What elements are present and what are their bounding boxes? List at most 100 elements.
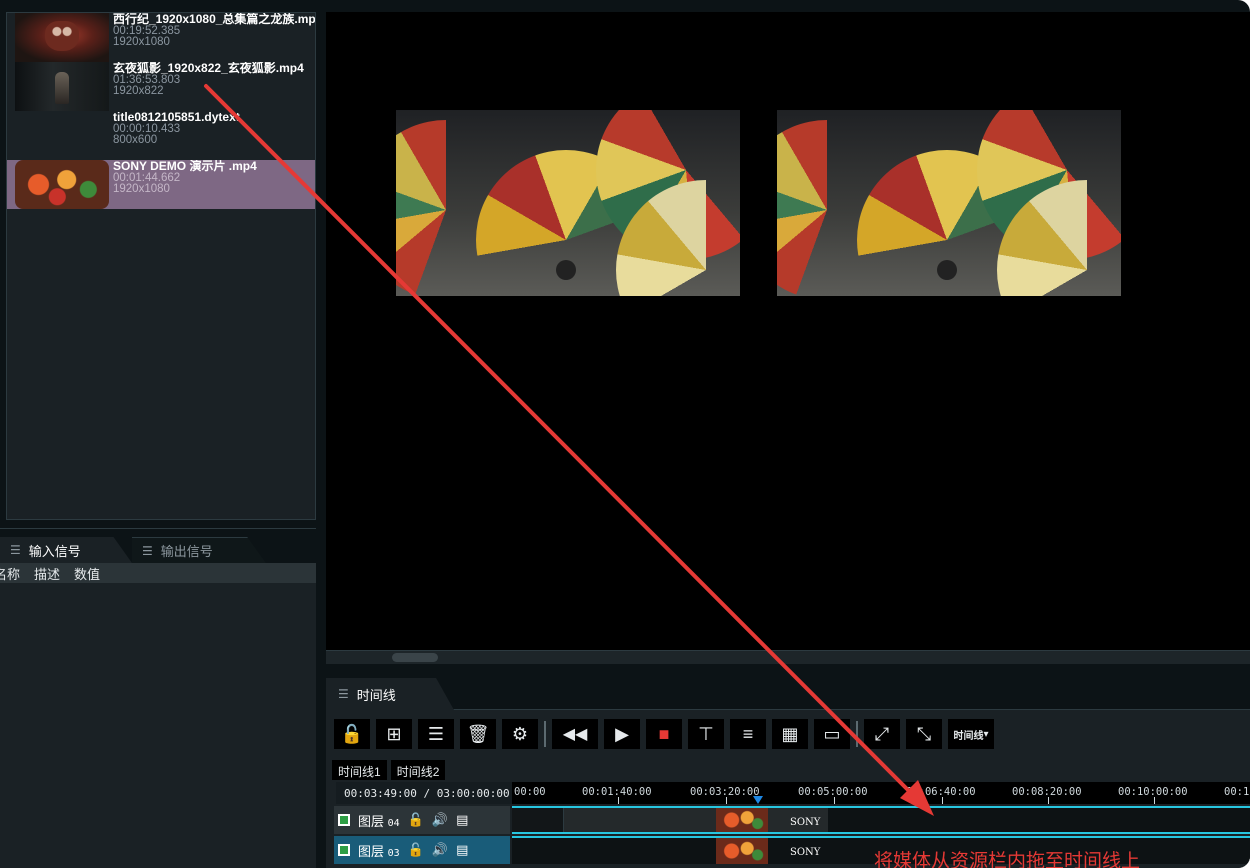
media-item-selected[interactable]: SONY DEMO 演示片 .mp4 00:01:44.662 1920x108… <box>7 160 315 209</box>
preview-canvas[interactable] <box>326 12 1250 652</box>
media-resolution: 1920x822 <box>113 85 164 97</box>
clip-thumbnail <box>716 838 768 864</box>
signal-panel: ☰ 输入信号 ☰ 输出信号 名称 描述 数值 <box>0 528 316 868</box>
list-icon: ☰ <box>142 543 153 558</box>
collapse-icon: ⤡ <box>916 723 932 744</box>
output-button[interactable]: ▭ <box>814 719 850 749</box>
tab-label: 时间线 <box>356 687 396 703</box>
expand-icon: ⤢ <box>874 723 890 744</box>
ruler-label: 00:08:20:00 <box>1012 786 1082 798</box>
ruler-label: 00:05:00:00 <box>798 786 868 798</box>
clip-label: SONY <box>790 847 821 858</box>
time-ruler[interactable]: 00:00 00:01:40:00 00:03:20:00 00:05:00:0… <box>512 782 1250 804</box>
tab-timeline[interactable]: ☰ 时间线 <box>326 678 454 710</box>
play-button[interactable]: ▶ <box>604 719 640 749</box>
tab-input-signal[interactable]: ☰ 输入信号 <box>0 537 132 563</box>
dropdown-label: 时间线 <box>953 730 984 742</box>
scrollbar-thumb[interactable] <box>392 653 438 662</box>
media-thumbnail <box>15 160 109 209</box>
list-icon: ☰ <box>338 687 349 701</box>
tab-label: 输出信号 <box>160 544 213 559</box>
layer-name: 图层 03 <box>358 843 400 859</box>
layer-visibility-checkbox[interactable] <box>338 844 350 856</box>
add-track-button[interactable]: ⊞ <box>376 719 412 749</box>
stop-icon: ■ <box>658 723 670 744</box>
ruler-label: 00:03:20:00 <box>690 786 760 798</box>
media-item[interactable]: 西行纪_1920x1080_总集篇之龙族.mp4 00:19:52.385 19… <box>7 13 315 62</box>
layer-name: 图层 04 <box>358 813 400 829</box>
media-item[interactable]: 玄夜狐影_1920x822_玄夜狐影.mp4 01:36:53.803 1920… <box>7 62 315 111</box>
tab-output-signal[interactable]: ☰ 输出信号 <box>132 537 266 563</box>
tab-label: 输入信号 <box>28 543 81 559</box>
collapse-button[interactable]: ⤡ <box>906 719 942 749</box>
preview-scrollbar[interactable] <box>326 650 1250 664</box>
timecode-display: 00:03:49:00 / 03:00:00:00 <box>336 782 512 804</box>
list-view-button[interactable]: ≡ <box>730 719 766 749</box>
stop-button[interactable]: ■ <box>646 719 682 749</box>
film-icon[interactable]: ▤ <box>456 842 468 858</box>
marker-icon: ⊤ <box>698 723 714 744</box>
terminal-icon: ▭ <box>823 723 841 744</box>
gear-icon: ⚙ <box>511 723 529 744</box>
media-library-panel: 西行纪_1920x1080_总集篇之龙族.mp4 00:19:52.385 19… <box>6 12 316 520</box>
clip-thumbnail <box>716 808 768 832</box>
timeline-tab-bar: ☰ 时间线 <box>326 676 1250 710</box>
toolbar-divider <box>856 721 858 747</box>
settings-button[interactable]: ⚙ <box>502 719 538 749</box>
toolbar-divider <box>544 721 546 747</box>
tab-sequence-1[interactable]: 时间线1 <box>332 760 387 780</box>
preview-image-right <box>777 110 1121 296</box>
clip-label: SONY <box>790 817 821 828</box>
ruler-label: 00:10:00:00 <box>1118 786 1188 798</box>
app-window: 西行纪_1920x1080_总集篇之龙族.mp4 00:19:52.385 19… <box>0 0 1250 868</box>
film-icon[interactable]: ▤ <box>456 812 468 828</box>
column-header-description[interactable]: 描述 <box>34 564 60 583</box>
clip[interactable] <box>512 808 564 832</box>
media-thumbnail <box>15 62 109 111</box>
unlock-icon[interactable]: 🔓 <box>408 842 424 858</box>
add-track-icon: ⊞ <box>386 723 402 744</box>
marker-button[interactable]: ⊤ <box>688 719 724 749</box>
media-thumbnail <box>15 111 109 160</box>
signal-table-header: 名称 描述 数值 <box>0 563 316 583</box>
ruler-label: 00:1 <box>1224 786 1250 798</box>
padlock-open-icon: 🔓 <box>340 723 364 744</box>
indent-list-icon: ≡ <box>742 723 754 744</box>
rewind-icon: ◀◀ <box>562 726 588 743</box>
media-resolution: 800x600 <box>113 134 158 146</box>
media-resolution: 1920x1080 <box>113 183 170 195</box>
media-resolution: 1920x1080 <box>113 36 170 48</box>
delete-button[interactable]: 🗑 <box>460 719 496 749</box>
track-menu-button[interactable]: ☰ <box>418 719 454 749</box>
grid-button[interactable]: ▦ <box>772 719 808 749</box>
ruler-label: 00:06:40:00 <box>906 786 976 798</box>
column-header-value[interactable]: 数值 <box>74 564 100 583</box>
play-icon: ▶ <box>615 723 629 744</box>
preview-image-left <box>396 110 740 296</box>
clip[interactable] <box>564 808 828 832</box>
signal-tab-bar: ☰ 输入信号 ☰ 输出信号 <box>0 529 316 563</box>
trash-icon: 🗑 <box>466 723 490 744</box>
ruler-label: 00:01:40:00 <box>582 786 652 798</box>
lock-button[interactable]: 🔓 <box>334 719 370 749</box>
track-layer-04[interactable]: SONY <box>512 806 1250 834</box>
layer-header-04[interactable]: 图层 04 🔓 🔊 ▤ <box>334 806 510 834</box>
speaker-icon[interactable]: 🔊 <box>432 842 448 858</box>
rewind-button[interactable]: ◀◀ <box>552 719 598 749</box>
expand-button[interactable]: ⤢ <box>864 719 900 749</box>
column-header-name[interactable]: 名称 <box>0 564 20 583</box>
tab-sequence-2[interactable]: 时间线2 <box>390 760 446 780</box>
list-arrow-icon: ☰ <box>427 723 445 744</box>
timeline-panel: 🔓 ⊞ ☰ 🗑 ⚙ ◀◀ ▶ ■ ⊤ ≡ ▦ ▭ ⤢ ⤡ 时间线 ▾ 时间线1 时… <box>326 710 1250 868</box>
unlock-icon[interactable]: 🔓 <box>408 812 424 828</box>
ruler-label: 00:00 <box>514 786 546 798</box>
media-item[interactable]: title0812105851.dytext 00:00:10.433 800x… <box>7 111 315 160</box>
annotation-text: 将媒体从资源栏内拖至时间线上 <box>874 851 1141 868</box>
speaker-icon[interactable]: 🔊 <box>432 812 448 828</box>
grid-icon: ▦ <box>781 723 799 744</box>
layer-header-03[interactable]: 图层 03 🔓 🔊 ▤ <box>334 836 510 864</box>
chevron-down-icon: ▾ <box>983 728 989 740</box>
timeline-mode-dropdown[interactable]: 时间线 ▾ <box>948 719 994 749</box>
layer-visibility-checkbox[interactable] <box>338 814 350 826</box>
sequence-tabs: 时间线1 时间线2 <box>332 760 446 780</box>
